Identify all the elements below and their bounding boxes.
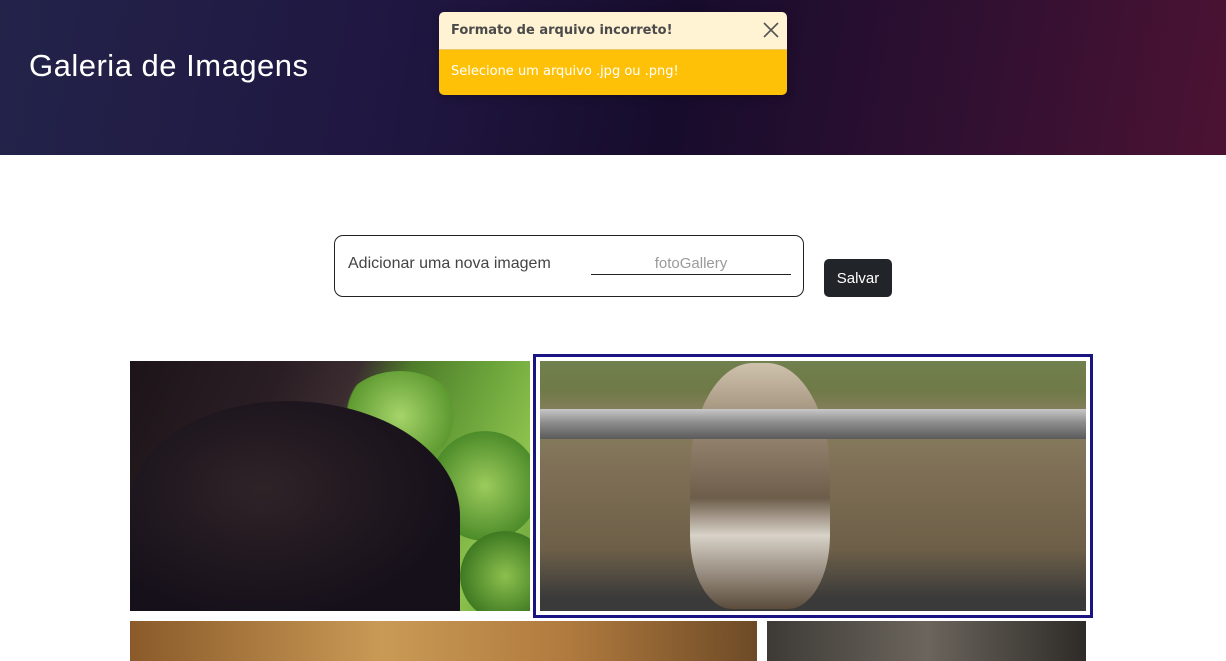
close-icon[interactable] xyxy=(762,21,780,39)
toast-message: Selecione um arquivo .jpg ou .png! xyxy=(451,64,679,79)
image-detail xyxy=(690,363,830,609)
gallery-image[interactable] xyxy=(767,621,1086,661)
toast-body: Selecione um arquivo .jpg ou .png! xyxy=(439,50,787,95)
toast-title: Formato de arquivo incorreto! xyxy=(451,23,673,38)
toast-header: Formato de arquivo incorreto! xyxy=(439,12,787,50)
gallery-image[interactable] xyxy=(130,621,757,661)
page-title: Galeria de Imagens xyxy=(29,48,309,83)
file-input[interactable] xyxy=(591,252,791,275)
upload-form: Adicionar uma nova imagem xyxy=(334,235,804,297)
image-detail xyxy=(460,531,530,611)
gallery-image-selected[interactable] xyxy=(533,354,1093,618)
gallery-image[interactable] xyxy=(130,361,530,611)
gallery-image[interactable] xyxy=(540,361,1086,611)
save-button[interactable]: Salvar xyxy=(824,259,892,297)
upload-label: Adicionar uma nova imagem xyxy=(348,255,551,272)
error-toast: Formato de arquivo incorreto! Selecione … xyxy=(439,12,787,95)
image-detail xyxy=(540,409,1086,439)
